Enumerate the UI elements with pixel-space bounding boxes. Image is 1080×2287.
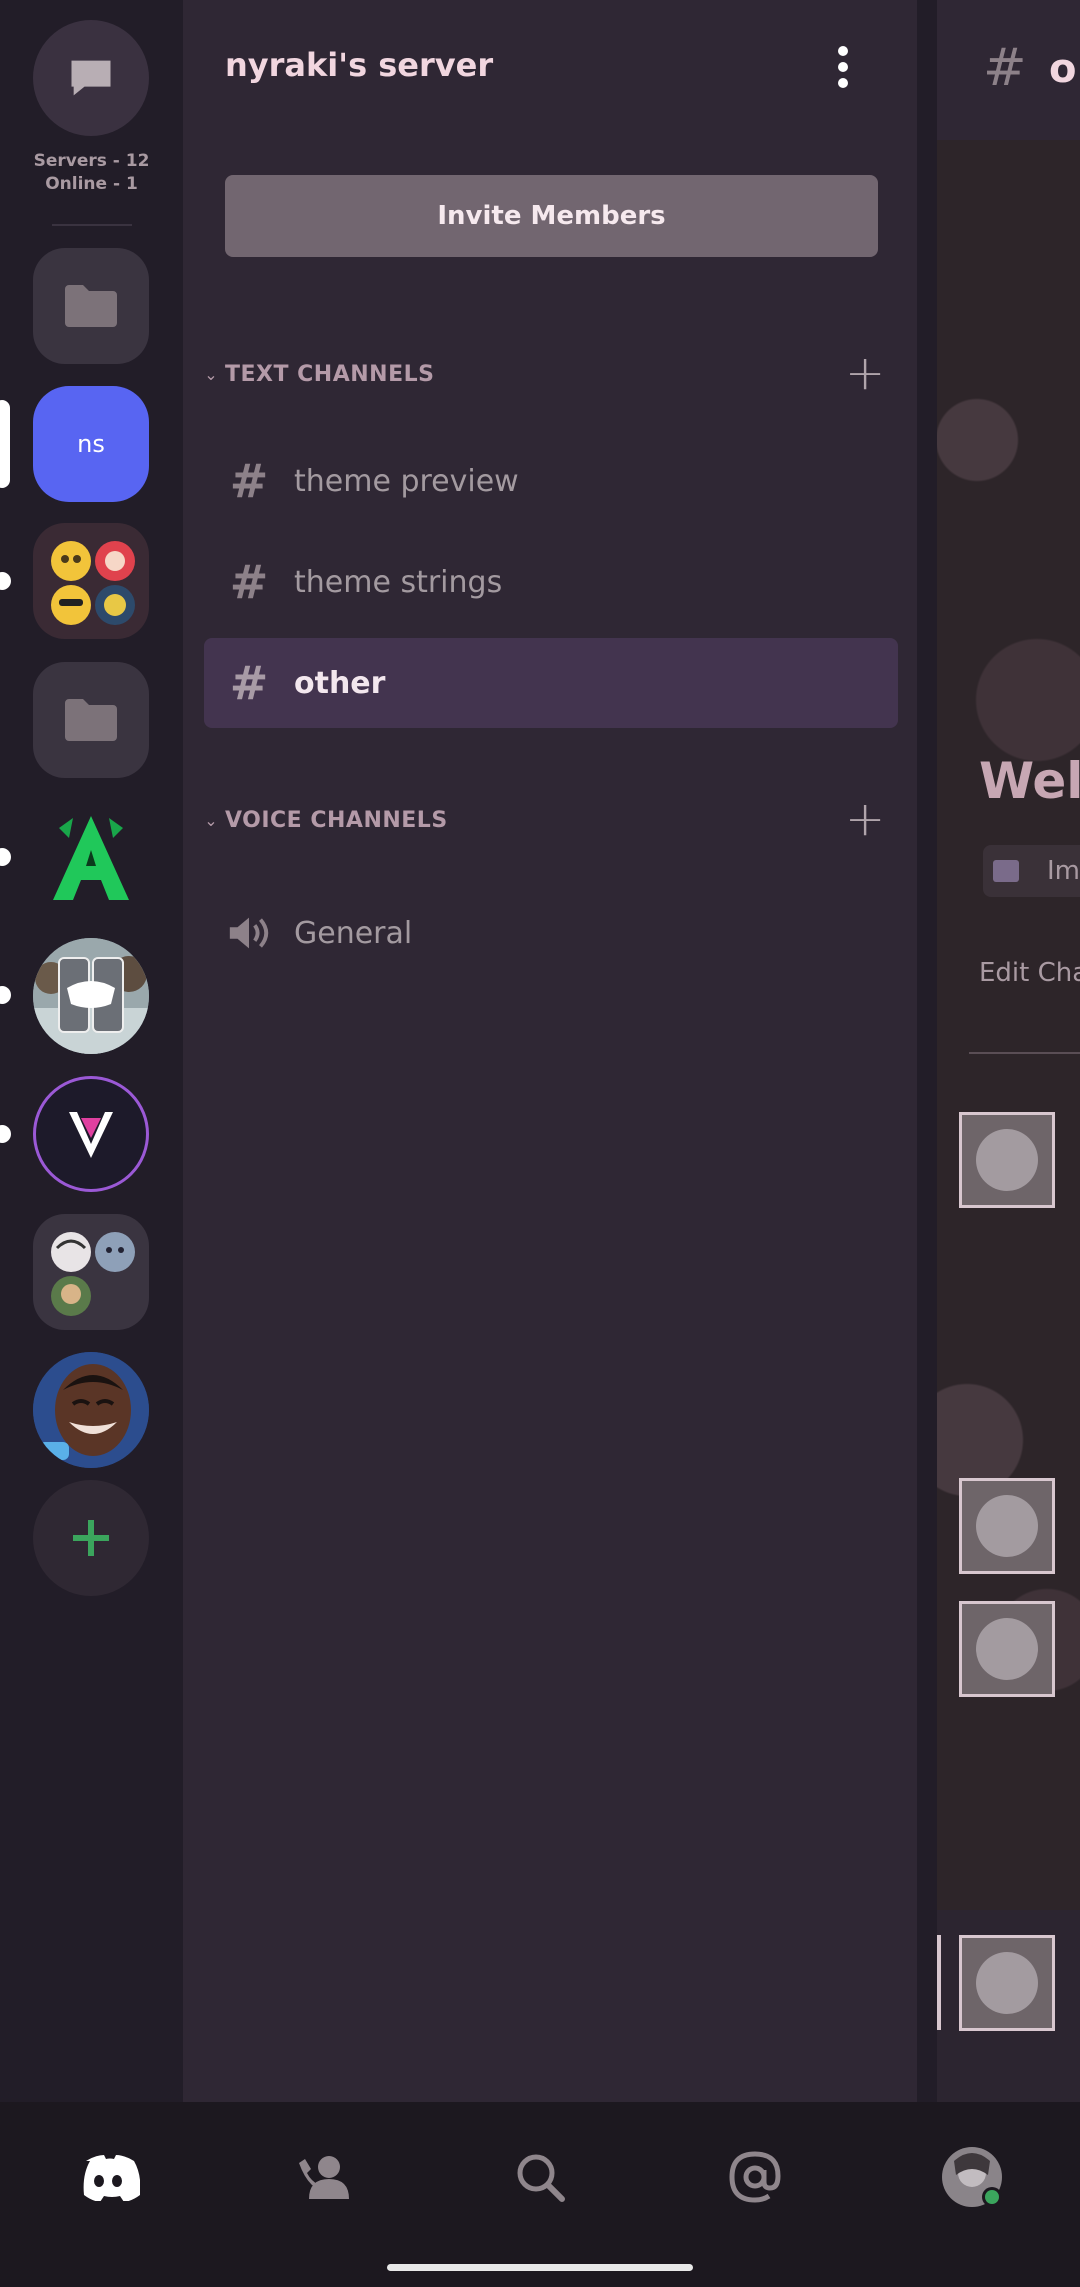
server-ns[interactable]: ns: [33, 386, 149, 502]
add-channel-icon[interactable]: +: [845, 795, 885, 843]
online-count: Online - 1: [45, 174, 138, 194]
hash-icon: #: [229, 555, 269, 609]
avatar[interactable]: [959, 1601, 1055, 1697]
server-laughing-person[interactable]: [33, 1352, 149, 1468]
profile-avatar-icon: [942, 2147, 1002, 2207]
chat-peek[interactable]: # o Welc Im Edit Cha: [937, 0, 1080, 2102]
edit-channel-link[interactable]: Edit Cha: [979, 958, 1080, 988]
avatar[interactable]: [959, 1478, 1055, 1574]
hash-icon: #: [229, 656, 269, 710]
server-name[interactable]: nyraki's server: [225, 46, 493, 84]
v-logo-server-icon: [69, 1112, 113, 1158]
nav-mentions[interactable]: [715, 2142, 795, 2212]
folder-icon: [65, 699, 117, 741]
nav-profile[interactable]: [932, 2142, 1012, 2212]
discord-phones-server-icon: [33, 938, 149, 1054]
emoji-group-server-icon: [51, 541, 135, 625]
chat-channel-name: o: [1049, 46, 1077, 92]
avatar-folder-icon: [51, 1232, 135, 1316]
direct-messages-button[interactable]: [33, 20, 149, 136]
image-icon: [993, 860, 1019, 882]
discord-home-icon: [83, 2155, 140, 2201]
server-v-logo[interactable]: [33, 1076, 149, 1192]
green-a-server-icon: [53, 816, 129, 900]
server-discord-phones[interactable]: [33, 938, 149, 1054]
server-green-a[interactable]: [33, 800, 149, 916]
category-label: TEXT CHANNELS: [225, 361, 435, 387]
server-folder-avatars[interactable]: [33, 1214, 149, 1330]
channel-theme-preview[interactable]: # theme preview: [204, 436, 898, 526]
rail-separator: [52, 224, 132, 226]
bottom-nav: [0, 2102, 1080, 2287]
folder-icon: [65, 285, 117, 327]
channel-panel: nyraki's server Invite Members ⌄ TEXT CH…: [183, 0, 917, 2102]
hash-icon: #: [983, 38, 1027, 98]
selected-server-indicator: [0, 400, 10, 488]
server-rail: Servers - 12 Online - 1 ns: [0, 0, 183, 2102]
nav-friends[interactable]: [284, 2142, 364, 2212]
channel-general[interactable]: General: [204, 888, 898, 978]
search-icon: [517, 2154, 565, 2202]
message-marker: [937, 1935, 941, 2030]
channel-label: theme strings: [294, 564, 503, 600]
home-indicator[interactable]: [387, 2264, 693, 2271]
avatar[interactable]: [959, 1112, 1055, 1208]
nav-home[interactable]: [68, 2142, 148, 2212]
channel-label: General: [294, 915, 413, 951]
channel-other[interactable]: # other: [204, 638, 898, 728]
unread-indicator: [0, 986, 11, 1004]
server-folder[interactable]: [33, 662, 149, 778]
channel-theme-strings[interactable]: # theme strings: [204, 537, 898, 627]
laughing-person-server-icon: [33, 1352, 149, 1468]
speaker-icon: [204, 913, 294, 953]
friends-icon: [299, 2156, 349, 2199]
mentions-icon: [729, 2151, 781, 2203]
chevron-down-icon: ⌄: [204, 364, 218, 384]
server-folder[interactable]: [33, 248, 149, 364]
category-voice-channels[interactable]: ⌄ VOICE CHANNELS +: [197, 795, 897, 843]
category-label: VOICE CHANNELS: [225, 807, 448, 833]
welcome-heading: Welc: [979, 752, 1080, 810]
add-server-icon: [73, 1520, 109, 1556]
nav-search[interactable]: [500, 2142, 580, 2212]
unread-indicator: [0, 572, 11, 590]
add-channel-icon[interactable]: +: [845, 349, 885, 397]
avatar[interactable]: [959, 1935, 1055, 2031]
divider: [969, 1052, 1080, 1054]
channel-label: theme preview: [294, 463, 519, 499]
server-emoji-group[interactable]: [33, 523, 149, 639]
server-ns-label: ns: [77, 430, 105, 458]
chevron-down-icon: ⌄: [204, 810, 218, 830]
more-options-icon[interactable]: [833, 46, 853, 94]
invite-members-button[interactable]: Invite Members: [225, 175, 878, 257]
hash-icon: #: [229, 454, 269, 508]
category-text-channels[interactable]: ⌄ TEXT CHANNELS +: [197, 349, 897, 397]
image-chip-label: Im: [1047, 856, 1080, 886]
unread-indicator: [0, 848, 11, 866]
unread-indicator: [0, 1125, 11, 1143]
chat-bubble-icon: [71, 60, 111, 96]
add-server-button[interactable]: [33, 1480, 149, 1596]
servers-count: Servers - 12: [33, 151, 150, 171]
channel-label: other: [294, 665, 386, 701]
